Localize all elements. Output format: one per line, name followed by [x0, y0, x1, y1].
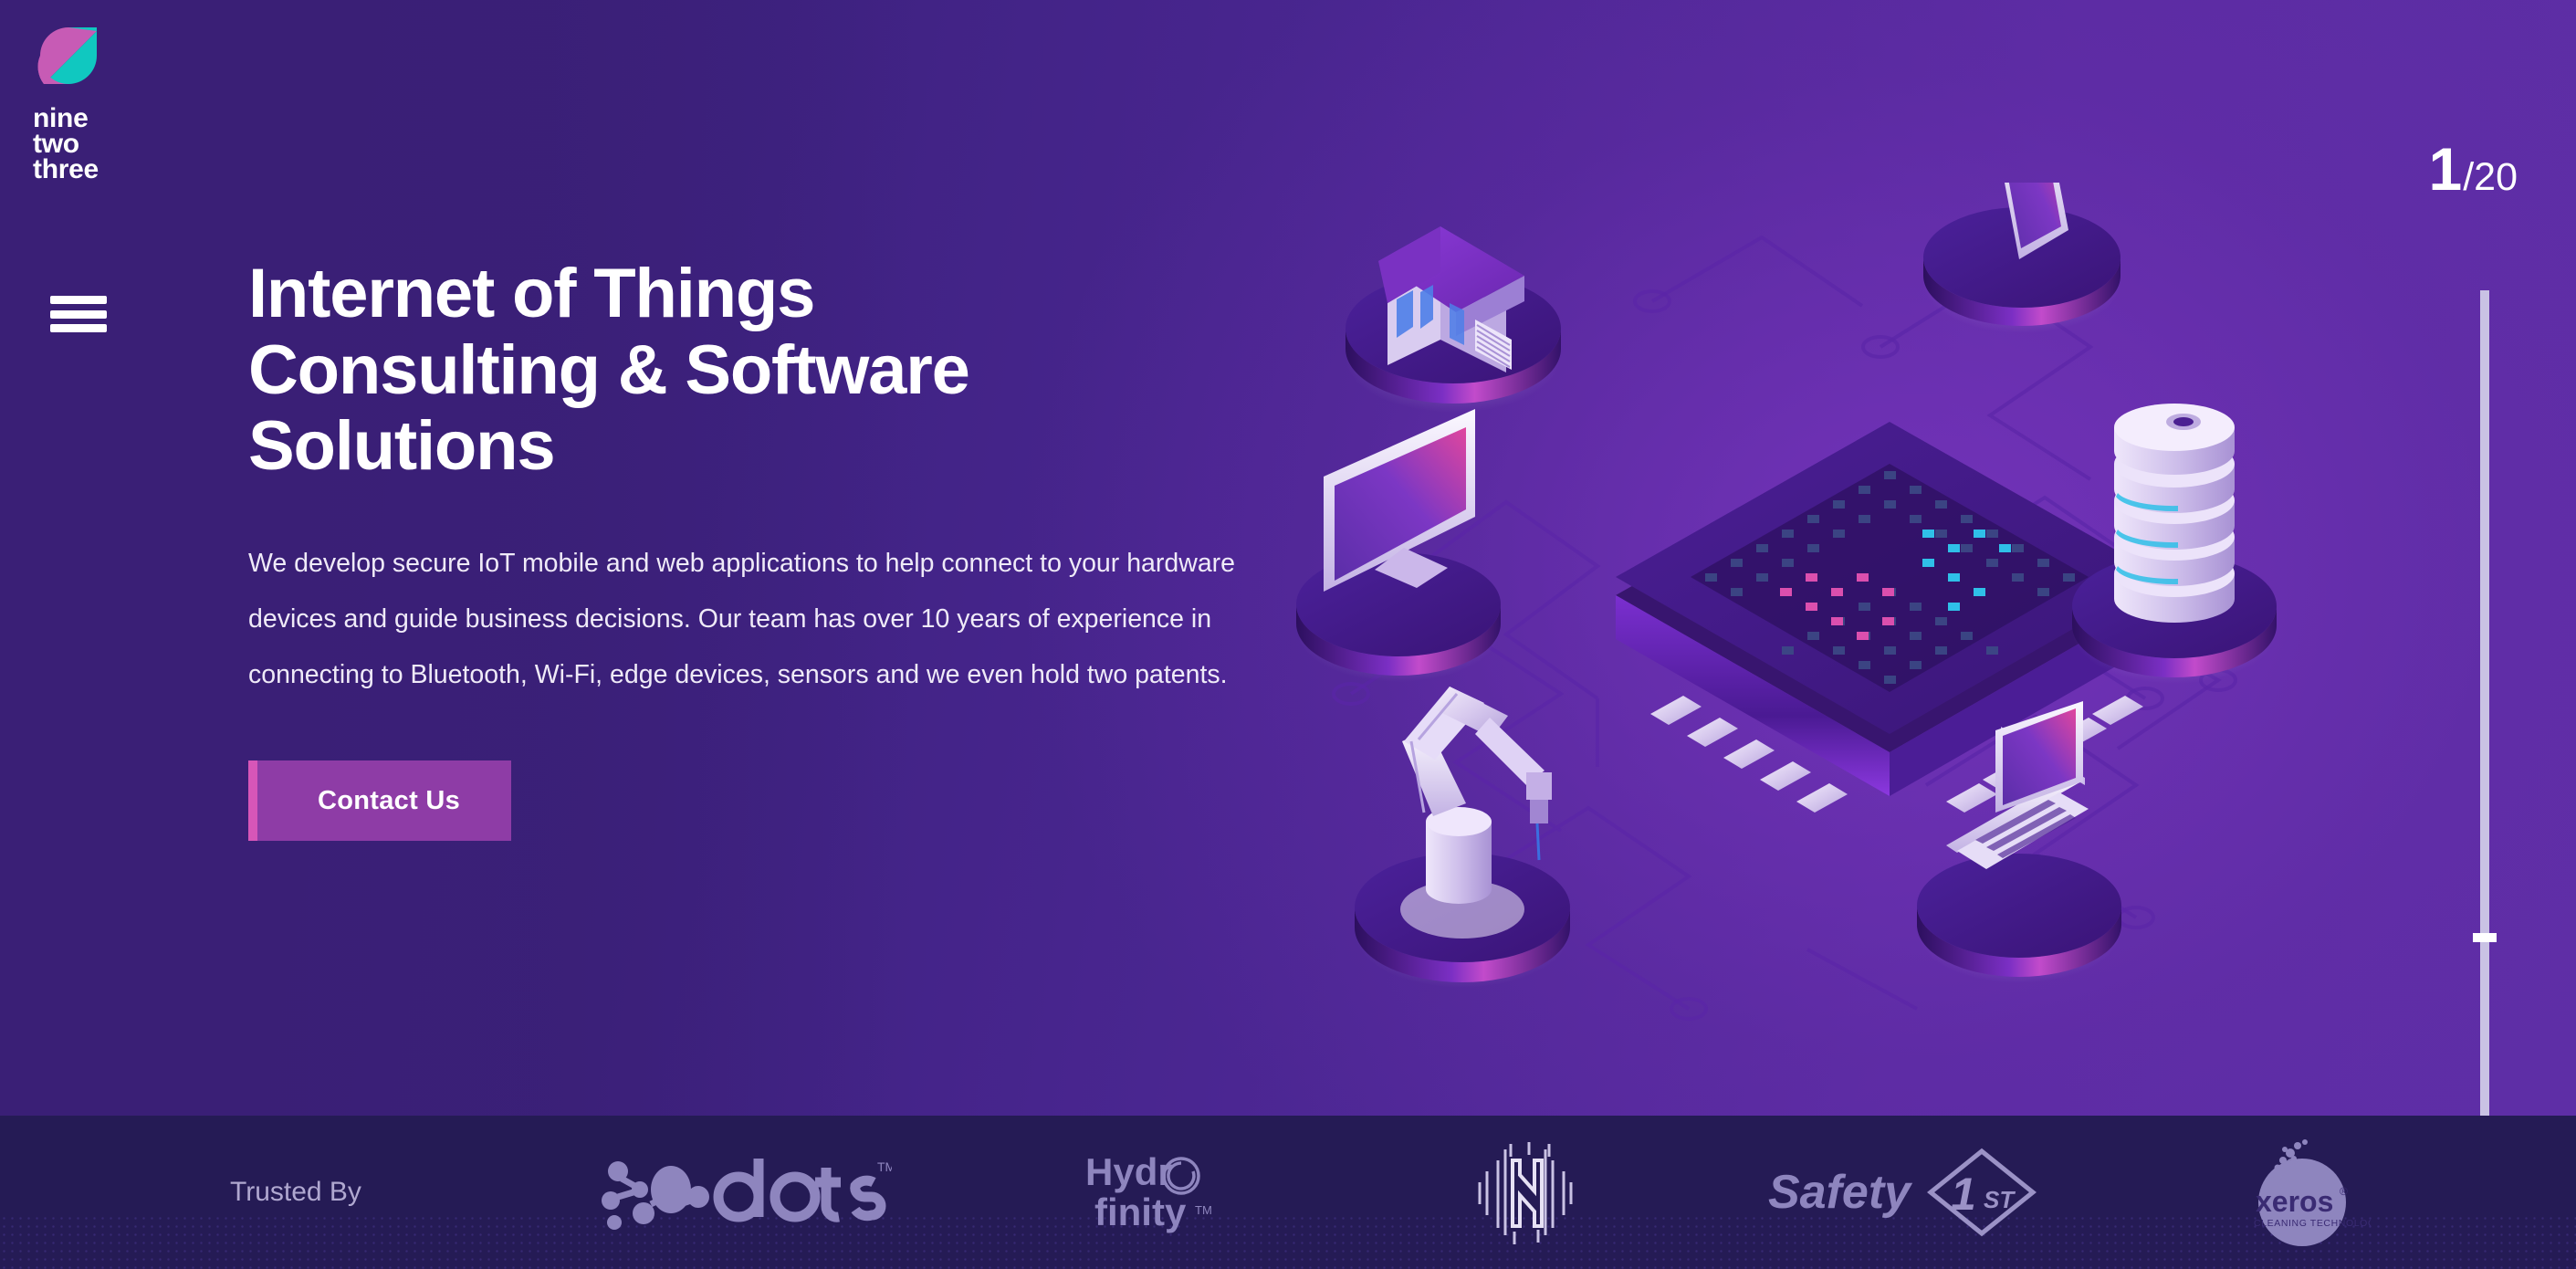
device-robot-arm	[1355, 687, 1570, 988]
hero-section: nine two three 1 /20 Internet of Things …	[0, 0, 2576, 1116]
client-logo-dots[interactable]: TM	[600, 1153, 892, 1232]
svg-text:®: ®	[2340, 1185, 2348, 1198]
brand-line-3: three	[33, 154, 99, 185]
svg-text:TM: TM	[1195, 1203, 1212, 1217]
slide-counter-total: /20	[2463, 155, 2518, 199]
svg-text:finity: finity	[1094, 1190, 1187, 1233]
page-title: Internet of Things Consulting & Software…	[248, 256, 1161, 485]
brand-wordmark: nine two three	[33, 103, 170, 185]
trusted-by-bar: Trusted By TM Hydr finity TM Safety 1 ST…	[0, 1116, 2576, 1269]
brand-line-2: two	[33, 129, 79, 160]
contact-us-label: Contact Us	[318, 785, 461, 815]
scroll-progress-knob[interactable]	[2473, 933, 2497, 942]
client-logo-safety-first[interactable]: Safety 1 ST	[1768, 1142, 2042, 1243]
iot-isometric-illustration	[1296, 183, 2328, 1050]
slide-counter: 1 /20	[2429, 139, 2518, 199]
device-smartphone	[1923, 183, 2120, 333]
svg-text:1: 1	[1951, 1169, 1976, 1220]
client-logo-n-monogram[interactable]	[1467, 1140, 1576, 1245]
cta-accent-edge	[248, 760, 257, 841]
hamburger-bar	[50, 324, 107, 332]
hero-content: Internet of Things Consulting & Software…	[248, 256, 1344, 845]
slide-counter-current: 1	[2428, 135, 2463, 203]
hero-description: We develop secure IoT mobile and web app…	[248, 548, 1236, 690]
nine-two-three-mark-icon	[33, 20, 104, 91]
hamburger-bar	[50, 309, 107, 319]
svg-text:CLEANING TECHNOLOGIES: CLEANING TECHNOLOGIES	[2254, 1218, 2371, 1229]
page-title-line-1: Internet of Things	[248, 255, 815, 332]
client-logo-strip: TM Hydr finity TM Safety 1 ST xeros ® CL…	[504, 1133, 2576, 1252]
page-title-line-2: Consulting & Software	[248, 330, 970, 409]
hamburger-bar	[50, 296, 107, 304]
page-title-line-3: Solutions	[248, 407, 556, 486]
device-smart-house	[1346, 226, 1561, 413]
client-logo-xeros[interactable]: xeros ® CLEANING TECHNOLOGIES	[2234, 1133, 2371, 1252]
trusted-by-label: Trusted By	[230, 1177, 361, 1207]
svg-text:Safety: Safety	[1768, 1166, 1913, 1219]
hamburger-icon[interactable]	[50, 290, 107, 338]
svg-text:xeros: xeros	[2256, 1185, 2333, 1218]
client-logo-hydrofinity[interactable]: Hydr finity TM	[1084, 1147, 1275, 1238]
brand-logo[interactable]: nine two three	[33, 20, 170, 184]
svg-text:TM: TM	[877, 1159, 892, 1174]
brand-line-1: nine	[33, 103, 89, 133]
svg-text:Hydr: Hydr	[1085, 1150, 1173, 1193]
contact-us-button[interactable]: Contact Us	[248, 760, 512, 841]
svg-text:ST: ST	[1984, 1186, 2016, 1213]
hero-page: nine two three 1 /20 Internet of Things …	[0, 0, 2576, 1269]
